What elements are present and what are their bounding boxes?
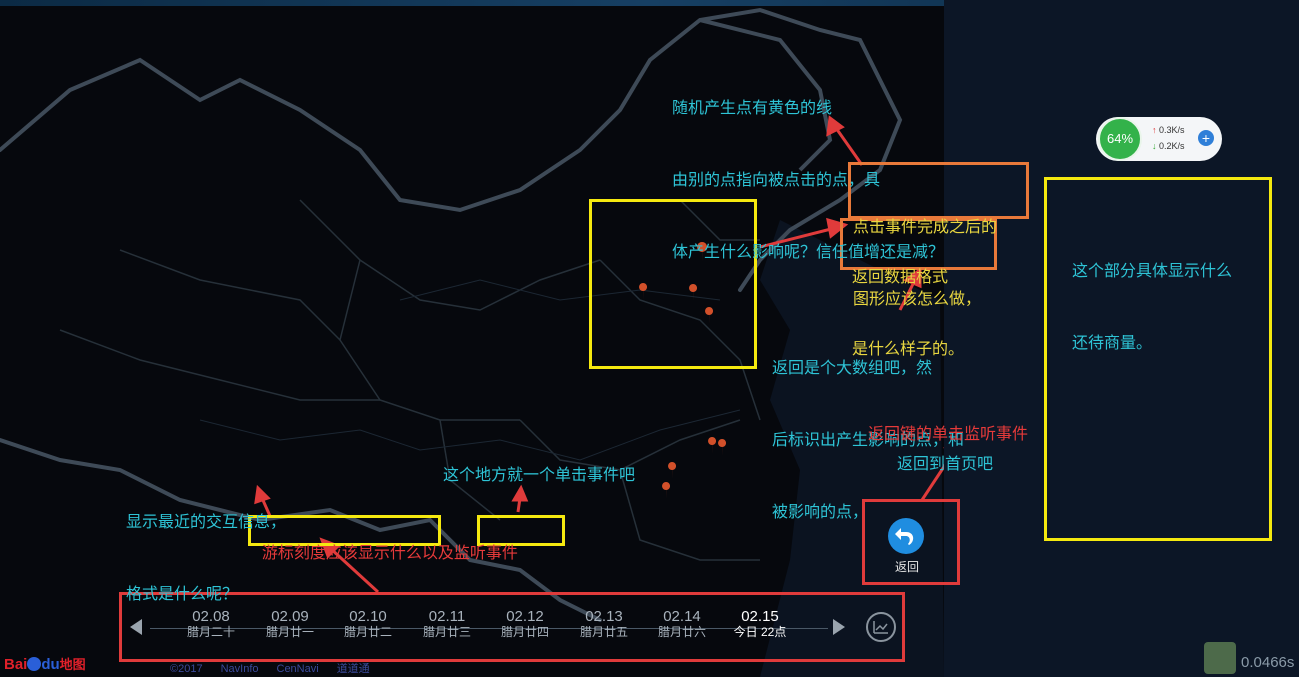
- network-speed-widget[interactable]: 64% ↑ 0.3K/s ↓ 0.2K/s +: [1096, 117, 1222, 161]
- load-timer: 0.0466s: [1241, 654, 1295, 671]
- baidu-map-logo[interactable]: Bai du地图: [4, 654, 86, 673]
- timeline-tick[interactable]: 02.08 腊月二十: [176, 608, 246, 639]
- note-single-click: 这个地方就一个单击事件吧: [443, 467, 636, 484]
- timeline-tick[interactable]: 02.09 腊月廿一: [255, 608, 325, 639]
- next-arrow-icon[interactable]: [833, 619, 845, 635]
- note-back-listen: 返回键的单击监听事件: [868, 426, 1029, 443]
- back-button[interactable]: 返回: [864, 500, 958, 584]
- upload-rate: ↑ 0.3K/s: [1152, 125, 1185, 135]
- memory-gauge: 64%: [1098, 117, 1142, 161]
- chart-toggle-icon[interactable]: [866, 612, 896, 642]
- note-back-home: 返回到首页吧: [897, 456, 994, 473]
- timeline-tick-current[interactable]: 02.15 今日 22点: [725, 606, 795, 644]
- timeline-tick[interactable]: 02.13 腊月廿五: [569, 608, 639, 639]
- add-icon[interactable]: +: [1198, 130, 1214, 146]
- download-rate: ↓ 0.2K/s: [1152, 141, 1185, 151]
- app-icon: [1204, 642, 1236, 674]
- timeline-tick[interactable]: 02.12 腊月廿四: [490, 608, 560, 639]
- prev-arrow-icon[interactable]: [130, 619, 142, 635]
- map-credits: ©2017 NavInfo CenNavi 道道通: [170, 663, 370, 675]
- paw-icon: [27, 657, 42, 671]
- note-right-panel: 这个部分具体显示什么 还待商量。: [1072, 263, 1233, 352]
- back-arrow-icon: [888, 518, 924, 554]
- timeline-tick[interactable]: 02.10 腊月廿二: [333, 608, 403, 639]
- back-label: 返回: [894, 560, 919, 574]
- timeline-tick[interactable]: 02.14 腊月廿六: [647, 608, 717, 639]
- date-timeline[interactable]: 02.08 腊月二十 02.09 腊月廿一 02.10 腊月廿二 02.11 腊月廿三 …: [120, 594, 904, 660]
- timeline-tick[interactable]: 02.11 腊月廿三: [412, 608, 482, 639]
- note-cursor-scale: 游标刻度应该显示什么以及监听事件: [261, 545, 518, 562]
